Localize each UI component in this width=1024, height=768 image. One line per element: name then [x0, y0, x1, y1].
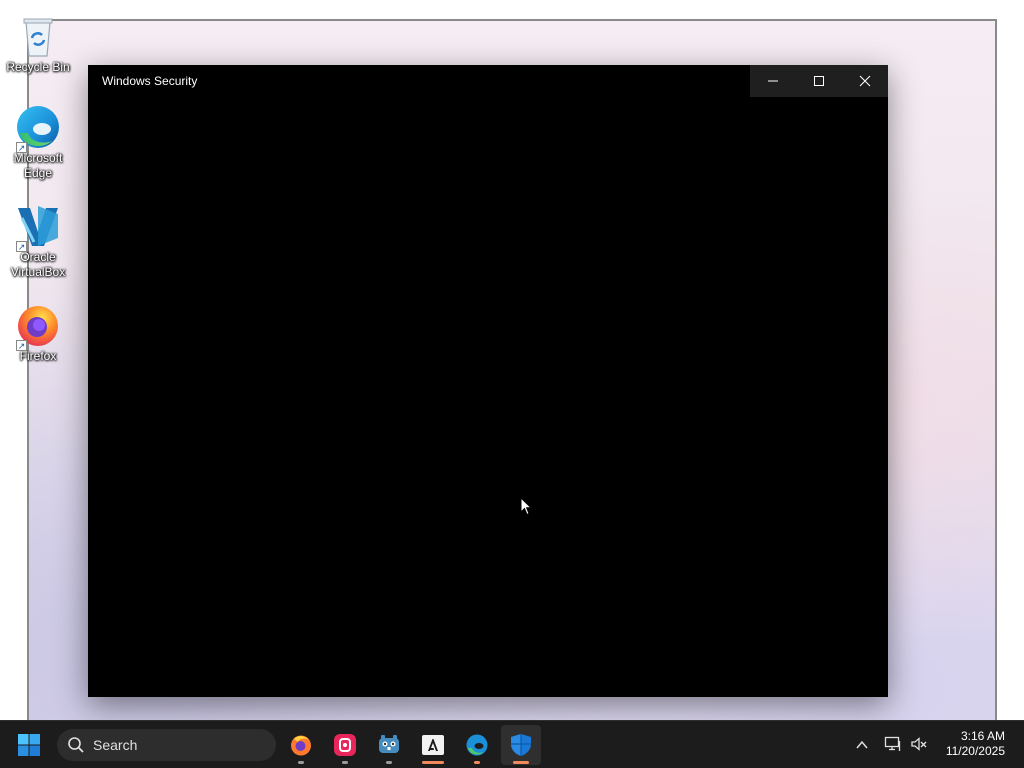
- window-controls: [750, 65, 888, 97]
- godot-icon: [379, 735, 399, 753]
- shortcut-arrow-icon: ↗: [16, 142, 27, 153]
- recorder-icon: [334, 734, 356, 756]
- window-content: [88, 97, 888, 697]
- running-indicator: [298, 761, 304, 764]
- clock-time: 3:16 AM: [960, 729, 1005, 743]
- taskbar-app-firefox[interactable]: [281, 725, 321, 765]
- taskbar-app-godot[interactable]: [369, 725, 409, 765]
- active-indicator: [513, 761, 529, 764]
- taskbar-app-recorder[interactable]: [325, 725, 365, 765]
- maximize-icon: [814, 76, 824, 86]
- window-title: Windows Security: [102, 74, 198, 88]
- desktop-icon-microsoft-edge[interactable]: ↗ Microsoft Edge: [4, 103, 72, 181]
- close-icon: [859, 75, 871, 87]
- desktop-icon-firefox[interactable]: ↗ Firefox: [4, 301, 72, 364]
- minimize-button[interactable]: [750, 65, 796, 97]
- edge-icon: [466, 734, 488, 756]
- shortcut-arrow-icon: ↗: [16, 340, 27, 351]
- firefox-icon: ↗: [14, 301, 62, 351]
- open-indicator: [422, 761, 444, 764]
- virtualbox-icon: ↗: [14, 202, 62, 252]
- desktop-icon-oracle-virtualbox[interactable]: ↗ Oracle VirtualBox: [4, 202, 72, 280]
- shortcut-arrow-icon: ↗: [16, 241, 27, 252]
- maximize-button[interactable]: [796, 65, 842, 97]
- show-hidden-icons-button[interactable]: [852, 735, 872, 755]
- search-placeholder: Search: [93, 737, 138, 753]
- desktop-icon-label: Microsoft Edge: [13, 151, 63, 180]
- volume-button[interactable]: [910, 735, 930, 755]
- taskbar-app-microsoft-edge[interactable]: [457, 725, 497, 765]
- windows-security-icon: [511, 734, 531, 756]
- desktop-icon-label: Firefox: [19, 349, 57, 363]
- minimize-icon: [768, 80, 778, 82]
- adobe-icon: [422, 735, 444, 755]
- taskbar-app-adobe[interactable]: [413, 725, 453, 765]
- running-indicator: [386, 761, 392, 764]
- taskbar-clock[interactable]: 3:16 AM 11/20/2025: [946, 729, 1005, 759]
- volume-muted-icon: [911, 737, 927, 751]
- taskbar-app-windows-security[interactable]: [501, 725, 541, 765]
- windows-security-window: Windows Security: [88, 65, 888, 697]
- edge-icon: ↗: [14, 103, 62, 153]
- clock-date: 11/20/2025: [945, 744, 1005, 758]
- search-icon: [68, 737, 84, 753]
- running-indicator: [342, 761, 348, 764]
- close-button[interactable]: [842, 65, 888, 97]
- desktop-icon-label: Oracle VirtualBox: [10, 250, 66, 279]
- desktop-icon-recycle-bin[interactable]: Recycle Bin: [4, 12, 72, 75]
- desktop-icon-label: Recycle Bin: [6, 60, 70, 74]
- taskbar-search-box[interactable]: Search: [57, 729, 276, 761]
- start-button[interactable]: [17, 733, 41, 757]
- network-icon: [884, 736, 901, 751]
- open-indicator: [474, 761, 480, 764]
- network-button[interactable]: [884, 735, 904, 755]
- recycle-bin-icon: [14, 12, 62, 60]
- taskbar: Search 3:16 AM 11/20/2025: [0, 720, 1024, 768]
- mouse-pointer-icon: [520, 496, 533, 521]
- window-titlebar[interactable]: Windows Security: [88, 65, 888, 97]
- chevron-up-icon: [856, 740, 868, 749]
- firefox-icon: [291, 735, 311, 756]
- windows-logo-icon: [18, 734, 40, 756]
- desktop: Recycle Bin ↗ Microsoft Edge ↗ Oracle Vi…: [0, 0, 1024, 720]
